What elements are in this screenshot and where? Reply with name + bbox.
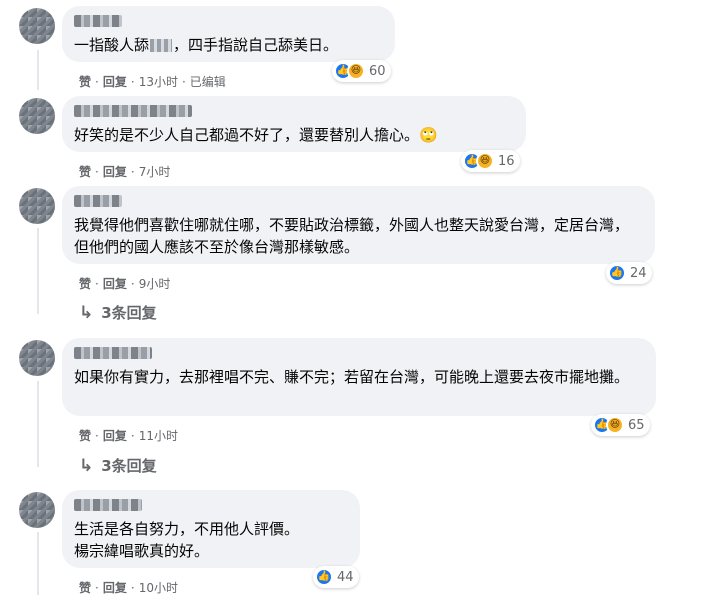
comment-bubble: 一指酸人舔 ，四手指說自己舔美日。 <box>62 6 395 62</box>
reply-arrow-icon: ↳ <box>79 302 94 323</box>
author-name-blurred[interactable] <box>74 105 192 117</box>
avatar[interactable] <box>19 340 55 376</box>
like-button[interactable]: 赞 <box>79 163 91 180</box>
comment-text: 一指酸人舔 ，四手指說自己舔美日。 <box>74 34 383 56</box>
reply-button[interactable]: 回复 <box>103 163 127 180</box>
timestamp[interactable]: 13小时 <box>139 73 178 90</box>
thread-line <box>37 381 39 467</box>
comment-actions: 赞 · 回复 · 11小时 <box>79 427 178 444</box>
avatar[interactable] <box>19 98 55 134</box>
comment-text-part: ，四手指說自己舔美日。 <box>173 36 339 54</box>
view-replies-link[interactable]: ↳ 3条回复 <box>79 455 157 476</box>
comment-text: 生活是各自努力，不用他人評價。 楊宗緯唱歌真的好。 <box>74 520 300 560</box>
timestamp[interactable]: 7小时 <box>139 163 171 180</box>
haha-icon: 😆 <box>606 416 624 434</box>
comment-actions: 赞 · 回复 · 13小时 · 已编辑 <box>79 73 226 90</box>
avatar[interactable] <box>19 492 55 528</box>
like-button[interactable]: 赞 <box>79 73 91 90</box>
haha-icon: 😆 <box>476 152 494 170</box>
comment-bubble: 我覺得他們喜歡住哪就住哪，不要貼政治標籤，外國人也整天說愛台灣，定居台灣，但他們… <box>62 186 655 264</box>
thread-line <box>37 228 39 314</box>
like-icon: 👍 <box>315 568 333 586</box>
author-name-blurred[interactable] <box>74 15 122 27</box>
reaction-count: 60 <box>369 63 386 79</box>
comment-actions: 赞 · 回复 · 7小时 <box>79 163 171 180</box>
author-name-blurred[interactable] <box>74 347 152 359</box>
author-name-blurred[interactable] <box>74 499 142 511</box>
comment-bubble: 如果你有實力，去那裡唱不完、賺不完；若留在台灣，可能晚上還要去夜市擺地攤。 <box>62 338 656 416</box>
thread-line <box>37 532 39 595</box>
timestamp[interactable]: 10小时 <box>139 579 178 596</box>
thread-line <box>37 50 39 90</box>
reply-button[interactable]: 回复 <box>103 427 127 444</box>
comment-text-part: 一指酸人舔 <box>74 36 150 54</box>
view-replies-label: 3条回复 <box>101 457 157 475</box>
edited-label: 已编辑 <box>189 75 226 89</box>
like-button[interactable]: 赞 <box>79 579 91 596</box>
like-button[interactable]: 赞 <box>79 275 91 292</box>
comment-actions: 赞 · 回复 · 9小时 <box>79 275 171 292</box>
comment-text: 好笑的是不少人自己都過不好了，還要替別人擔心。🙄 <box>74 126 438 144</box>
reaction-summary[interactable]: 👍 😆 60 <box>332 60 391 82</box>
reply-button[interactable]: 回复 <box>103 73 127 90</box>
comment-actions: 赞 · 回复 · 10小时 <box>79 579 178 596</box>
comment-text: 我覺得他們喜歡住哪就住哪，不要貼政治標籤，外國人也整天說愛台灣，定居台灣，但他們… <box>74 216 630 256</box>
reply-arrow-icon: ↳ <box>79 455 94 476</box>
redacted-text <box>150 39 173 52</box>
timestamp[interactable]: 11小时 <box>139 427 178 444</box>
comment-text: 如果你有實力，去那裡唱不完、賺不完；若留在台灣，可能晚上還要去夜市擺地攤。 <box>74 368 630 386</box>
timestamp[interactable]: 9小时 <box>139 275 171 292</box>
author-name-blurred[interactable] <box>74 195 122 207</box>
reaction-count: 16 <box>498 153 515 169</box>
reaction-count: 44 <box>337 569 354 585</box>
reaction-summary[interactable]: 👍 44 <box>313 566 359 588</box>
avatar[interactable] <box>19 188 55 224</box>
haha-icon: 😆 <box>347 62 365 80</box>
like-icon: 👍 <box>608 264 626 282</box>
like-button[interactable]: 赞 <box>79 427 91 444</box>
comment-bubble: 好笑的是不少人自己都過不好了，還要替別人擔心。🙄 <box>62 96 526 152</box>
view-replies-label: 3条回复 <box>101 304 157 322</box>
comment-bubble: 生活是各自努力，不用他人評價。 楊宗緯唱歌真的好。 <box>62 490 360 568</box>
reply-button[interactable]: 回复 <box>103 579 127 596</box>
reaction-summary[interactable]: 👍 24 <box>606 262 652 284</box>
reaction-count: 65 <box>628 417 645 433</box>
reply-button[interactable]: 回复 <box>103 275 127 292</box>
view-replies-link[interactable]: ↳ 3条回复 <box>79 302 157 323</box>
reaction-summary[interactable]: 👍 😆 16 <box>461 150 520 172</box>
reaction-summary[interactable]: 👍 😆 65 <box>591 414 650 436</box>
avatar[interactable] <box>19 8 55 44</box>
reaction-count: 24 <box>630 265 647 281</box>
